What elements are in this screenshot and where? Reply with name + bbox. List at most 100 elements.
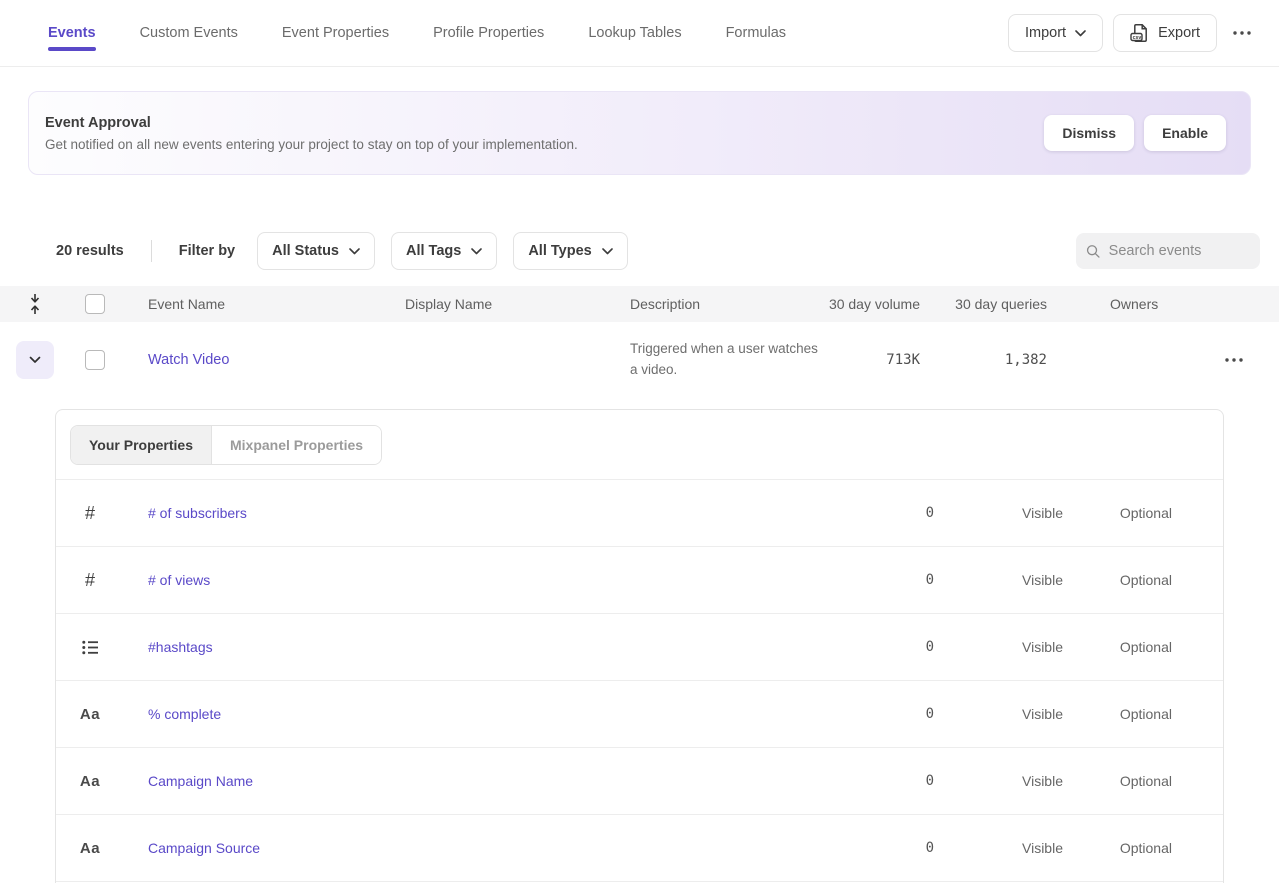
property-volume: 0 [814,505,934,521]
export-button[interactable]: csv Export [1113,14,1217,52]
table-header: Event Name Display Name Description 30 d… [0,286,1279,322]
event-description: Triggered when a user watches a video. [630,339,820,381]
chevron-down-icon [1075,30,1086,37]
property-volume: 0 [814,706,934,722]
toolbar-divider [151,240,152,262]
event-name-link[interactable]: Watch Video [148,352,229,368]
property-requirement: Optional [1063,505,1172,521]
property-visibility: Visible [934,639,1063,655]
property-volume: 0 [814,572,934,588]
list-type-icon [82,640,99,655]
tab-custom-events[interactable]: Custom Events [140,0,238,66]
property-requirement: Optional [1063,572,1172,588]
property-visibility: Visible [934,773,1063,789]
nav-actions: Import csv Export [1008,14,1255,52]
search-input[interactable] [1109,243,1250,259]
tab-lookup-tables[interactable]: Lookup Tables [588,0,681,66]
property-row: Aa % complete 0 Visible Optional [56,681,1223,748]
collapse-all-icon [28,293,42,315]
event-approval-banner: Event Approval Get notified on all new e… [28,91,1251,175]
col-owners: Owners [1047,296,1187,312]
property-volume: 0 [814,840,934,856]
property-requirement: Optional [1063,840,1172,856]
tab-mixpanel-properties[interactable]: Mixpanel Properties [212,426,381,464]
tags-filter-dropdown[interactable]: All Tags [391,232,497,270]
col-event-name: Event Name [120,296,405,312]
col-display-name: Display Name [405,296,630,312]
filter-toolbar: 20 results Filter by All Status All Tags… [0,232,1279,270]
property-row: Aa Campaign Name 0 Visible Optional [56,748,1223,815]
property-visibility: Visible [934,572,1063,588]
property-name-link[interactable]: #hashtags [148,639,213,655]
export-button-label: Export [1158,25,1200,41]
banner-actions: Dismiss Enable [1044,115,1226,151]
property-name-link[interactable]: Campaign Name [148,773,253,789]
property-name-link[interactable]: % complete [148,706,221,722]
col-30-day-queries: 30 day queries [920,296,1047,312]
property-name-link[interactable]: Campaign Source [148,840,260,856]
search-icon [1086,243,1101,260]
chevron-down-icon [602,248,613,255]
property-requirement: Optional [1063,639,1172,655]
collapse-all-button[interactable] [0,293,70,315]
import-button-label: Import [1025,25,1066,41]
event-30-day-volume: 713K [820,352,920,368]
ellipsis-icon [1225,358,1243,362]
import-button[interactable]: Import [1008,14,1103,52]
filter-by-label: Filter by [179,243,235,259]
banner-text: Event Approval Get notified on all new e… [45,115,578,152]
banner-description: Get notified on all new events entering … [45,137,578,152]
table-row: Watch Video Triggered when a user watche… [0,322,1279,397]
chevron-down-icon [471,248,482,255]
properties-tabs: Your Properties Mixpanel Properties [70,425,382,465]
col-30-day-volume: 30 day volume [820,296,920,312]
property-name-link[interactable]: # of views [148,572,210,588]
banner-title: Event Approval [45,115,578,131]
property-row: Aa Campaign Source 0 Visible Optional [56,815,1223,882]
properties-panel-header: Your Properties Mixpanel Properties [56,410,1223,480]
property-volume: 0 [814,773,934,789]
property-visibility: Visible [934,505,1063,521]
dismiss-button[interactable]: Dismiss [1044,115,1134,151]
property-row: # # of views 0 Visible Optional [56,547,1223,614]
collapse-row-button[interactable] [16,341,54,379]
tab-event-properties[interactable]: Event Properties [282,0,389,66]
tab-profile-properties[interactable]: Profile Properties [433,0,544,66]
property-row: # # of subscribers 0 Visible Optional [56,480,1223,547]
search-box[interactable] [1076,233,1260,269]
text-type-icon: Aa [80,773,100,790]
row-more-actions-button[interactable] [1219,352,1247,368]
number-type-icon: # [85,503,95,524]
types-filter-label: All Types [528,243,591,259]
tab-formulas[interactable]: Formulas [726,0,786,66]
status-filter-dropdown[interactable]: All Status [257,232,375,270]
enable-button[interactable]: Enable [1144,115,1226,151]
select-all-checkbox[interactable] [85,294,105,314]
text-type-icon: Aa [80,706,100,723]
property-requirement: Optional [1063,706,1172,722]
tab-your-properties[interactable]: Your Properties [71,426,212,464]
select-all-cell [70,294,120,314]
number-type-icon: # [85,570,95,591]
top-nav: Events Custom Events Event Properties Pr… [0,0,1279,67]
property-name-link[interactable]: # of subscribers [148,505,247,521]
property-row: #hashtags 0 Visible Optional [56,614,1223,681]
tab-events[interactable]: Events [48,0,96,66]
property-visibility: Visible [934,706,1063,722]
col-description: Description [630,296,820,312]
chevron-down-icon [349,248,360,255]
property-requirement: Optional [1063,773,1172,789]
chevron-down-icon [29,356,41,364]
results-count: 20 results [56,243,124,259]
property-volume: 0 [814,639,934,655]
more-actions-button[interactable] [1227,25,1255,41]
status-filter-label: All Status [272,243,339,259]
tags-filter-label: All Tags [406,243,461,259]
property-visibility: Visible [934,840,1063,856]
csv-file-icon: csv [1130,23,1149,43]
ellipsis-icon [1233,31,1251,35]
properties-panel: Your Properties Mixpanel Properties # # … [55,409,1224,883]
types-filter-dropdown[interactable]: All Types [513,232,627,270]
svg-text:csv: csv [1133,35,1142,41]
row-checkbox[interactable] [85,350,105,370]
